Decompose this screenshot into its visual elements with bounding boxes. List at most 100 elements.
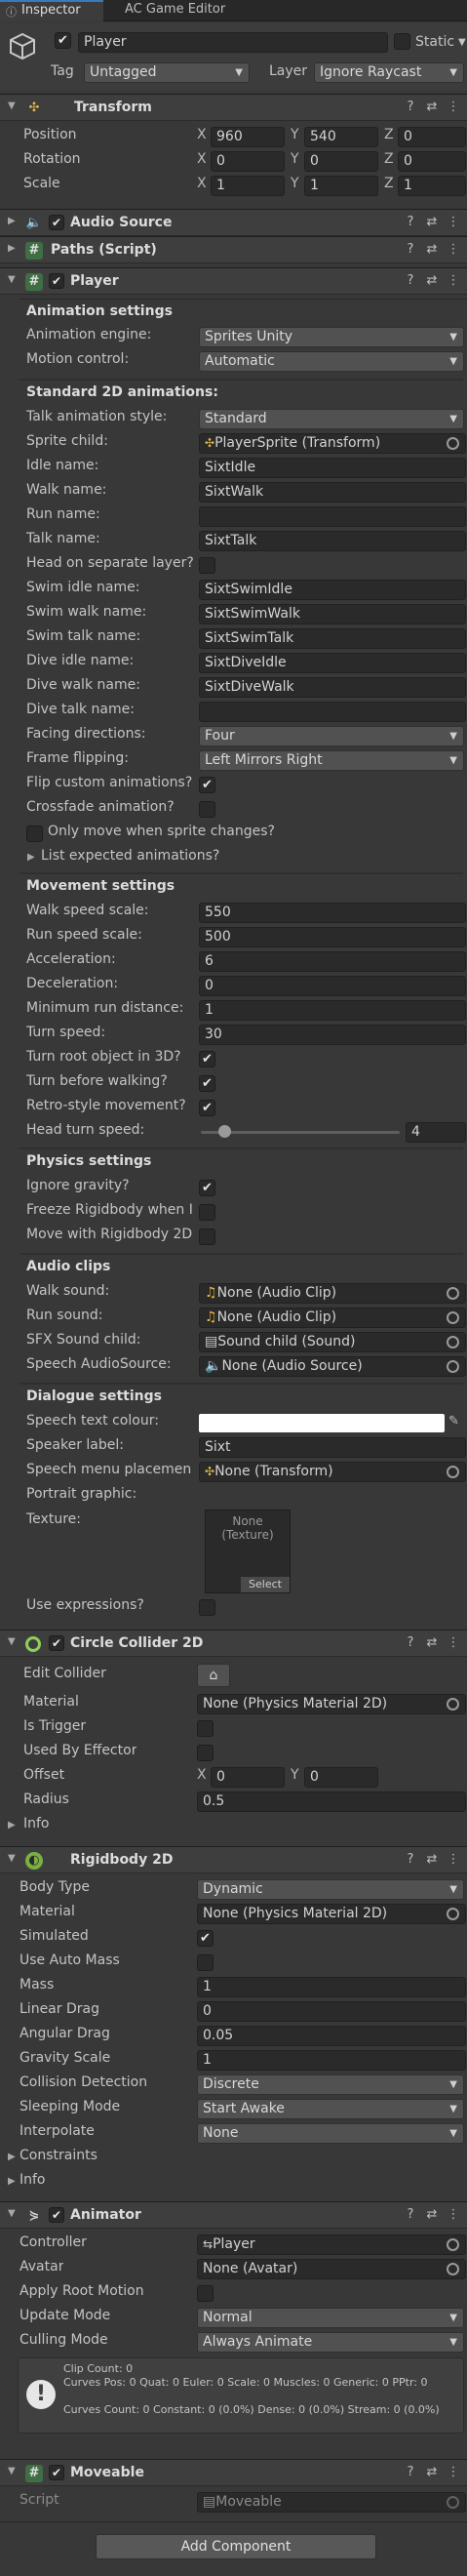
foldout-collapsed-icon[interactable]: ▶ xyxy=(8,1820,16,1831)
angular-drag-field[interactable]: 0.05 xyxy=(197,2026,466,2046)
body-type-dropdown[interactable]: Dynamic ▼ xyxy=(197,1879,464,1900)
more-menu-icon[interactable]: ⋮ xyxy=(445,99,462,116)
sleeping-mode-dropdown[interactable]: Start Awake ▼ xyxy=(197,2099,464,2119)
speech-colour-swatch[interactable] xyxy=(199,1414,445,1432)
animation-engine-dropdown[interactable]: Sprites Unity ▼ xyxy=(199,327,464,347)
speech-menu-field[interactable]: ✣None (Transform) xyxy=(199,1462,466,1482)
list-expected-row[interactable]: ▶ List expected animations? xyxy=(0,846,467,870)
preset-icon[interactable]: ⇄ xyxy=(423,241,441,259)
texture-select-button[interactable]: Select xyxy=(241,1577,290,1592)
preset-icon[interactable]: ⇄ xyxy=(423,1634,441,1652)
avatar-field[interactable]: None (Avatar) xyxy=(197,2259,466,2279)
foldout-expanded-icon[interactable]: ▼ xyxy=(8,2208,16,2219)
object-picker-icon[interactable] xyxy=(447,1908,459,1920)
used-by-effector-checkbox[interactable] xyxy=(197,1745,214,1761)
audio-source-header[interactable]: ▶ 🔈 ✔ Audio Source ? ⇄ ⋮ xyxy=(0,209,467,236)
radius-field[interactable]: 0.5 xyxy=(197,1791,466,1812)
help-icon[interactable]: ? xyxy=(402,272,419,290)
foldout-expanded-icon[interactable]: ▼ xyxy=(8,2466,16,2476)
more-menu-icon[interactable]: ⋮ xyxy=(445,214,462,231)
tag-dropdown[interactable]: Untagged ▼ xyxy=(84,62,250,83)
more-menu-icon[interactable]: ⋮ xyxy=(445,2206,462,2224)
player-header[interactable]: ▼ # ✔ Player ? ⇄ ⋮ xyxy=(0,267,467,295)
motion-control-dropdown[interactable]: Automatic ▼ xyxy=(199,351,464,372)
head-turn-slider-thumb[interactable] xyxy=(218,1125,232,1138)
turn-before-checkbox[interactable]: ✔ xyxy=(199,1075,215,1092)
more-menu-icon[interactable]: ⋮ xyxy=(445,2464,462,2481)
object-picker-icon[interactable] xyxy=(447,1698,459,1711)
texture-slot[interactable]: None (Texture) Select xyxy=(205,1509,291,1593)
frame-flip-dropdown[interactable]: Left Mirrors Right ▼ xyxy=(199,750,464,771)
tab-inspector[interactable]: ⓘ Inspector xyxy=(0,0,103,21)
foldout-collapsed-icon[interactable]: ▶ xyxy=(8,243,16,254)
help-icon[interactable]: ? xyxy=(402,1851,419,1869)
gravity-scale-field[interactable]: 1 xyxy=(197,2050,466,2071)
rotation-z-field[interactable]: 0 xyxy=(398,151,466,172)
mass-field[interactable]: 1 xyxy=(197,1977,466,1997)
eyedropper-icon[interactable]: ✎ xyxy=(448,1414,459,1429)
position-z-field[interactable]: 0 xyxy=(398,127,466,147)
foldout-collapsed-icon[interactable]: ▶ xyxy=(8,216,16,226)
talk-style-dropdown[interactable]: Standard ▼ xyxy=(199,409,464,429)
object-name-field[interactable]: Player xyxy=(78,32,388,53)
speaker-label-field[interactable]: Sixt xyxy=(199,1437,466,1458)
object-picker-icon[interactable] xyxy=(447,1466,459,1478)
run-speed-field[interactable]: 500 xyxy=(199,927,466,947)
min-run-field[interactable]: 1 xyxy=(199,1000,466,1021)
collider-info-row[interactable]: ▶ Info xyxy=(0,1814,467,1838)
culling-mode-dropdown[interactable]: Always Animate ▼ xyxy=(197,2332,464,2353)
constraints-row[interactable]: ▶ Constraints xyxy=(0,2146,467,2170)
help-icon[interactable]: ? xyxy=(402,241,419,259)
auto-mass-checkbox[interactable] xyxy=(197,1954,214,1971)
preset-icon[interactable]: ⇄ xyxy=(423,272,441,290)
object-picker-icon[interactable] xyxy=(447,2238,459,2251)
turn-root-checkbox[interactable]: ✔ xyxy=(199,1051,215,1067)
swim-walk-field[interactable]: SixtSwimWalk xyxy=(199,604,466,624)
circle-collider-header[interactable]: ▼ ✔ Circle Collider 2D ? ⇄ ⋮ xyxy=(0,1630,467,1657)
more-menu-icon[interactable]: ⋮ xyxy=(445,272,462,290)
moveable-enabled-checkbox[interactable]: ✔ xyxy=(49,2465,64,2480)
circle-collider-enabled-checkbox[interactable]: ✔ xyxy=(49,1635,64,1651)
foldout-expanded-icon[interactable]: ▼ xyxy=(8,274,16,285)
dive-walk-field[interactable]: SixtDiveWalk xyxy=(199,677,466,698)
more-menu-icon[interactable]: ⋮ xyxy=(445,1634,462,1652)
turn-speed-field[interactable]: 30 xyxy=(199,1025,466,1045)
scale-y-field[interactable]: 1 xyxy=(304,176,378,196)
only-move-checkbox[interactable] xyxy=(26,825,43,842)
audio-source-enabled-checkbox[interactable]: ✔ xyxy=(49,215,64,230)
run-name-field[interactable] xyxy=(199,506,466,527)
swim-idle-field[interactable]: SixtSwimIdle xyxy=(199,580,466,600)
foldout-collapsed-icon[interactable]: ▶ xyxy=(8,2176,16,2187)
help-icon[interactable]: ? xyxy=(402,1634,419,1652)
facing-dropdown[interactable]: Four ▼ xyxy=(199,726,464,746)
help-icon[interactable]: ? xyxy=(402,99,419,116)
sfx-child-field[interactable]: ▤Sound child (Sound) xyxy=(199,1332,466,1352)
player-enabled-checkbox[interactable]: ✔ xyxy=(49,273,64,289)
animator-enabled-checkbox[interactable]: ✔ xyxy=(49,2207,64,2223)
interpolate-dropdown[interactable]: None ▼ xyxy=(197,2123,464,2144)
freeze-rigidbody-checkbox[interactable] xyxy=(199,1204,215,1221)
transform-header[interactable]: ▼ ✣ Transform ? ⇄ ⋮ xyxy=(0,94,467,121)
flip-custom-checkbox[interactable]: ✔ xyxy=(199,777,215,793)
foldout-collapsed-icon[interactable]: ▶ xyxy=(27,852,35,863)
walk-name-field[interactable]: SixtWalk xyxy=(199,482,466,503)
foldout-collapsed-icon[interactable]: ▶ xyxy=(8,2152,16,2162)
object-picker-icon[interactable] xyxy=(447,2263,459,2275)
rigidbody-header[interactable]: ▼ ◐ Rigidbody 2D ? ⇄ ⋮ xyxy=(0,1846,467,1873)
walk-speed-field[interactable]: 550 xyxy=(199,903,466,923)
scale-x-field[interactable]: 1 xyxy=(211,176,285,196)
speech-source-field[interactable]: 🔈None (Audio Source) xyxy=(199,1356,466,1377)
is-trigger-checkbox[interactable] xyxy=(197,1720,214,1737)
tab-ac-game-editor[interactable]: AC Game Editor xyxy=(107,0,244,21)
preset-icon[interactable]: ⇄ xyxy=(423,214,441,231)
deceleration-field[interactable]: 0 xyxy=(199,976,466,996)
preset-icon[interactable]: ⇄ xyxy=(423,1851,441,1869)
update-mode-dropdown[interactable]: Normal ▼ xyxy=(197,2308,464,2328)
edit-collider-button[interactable]: ⌂ xyxy=(197,1664,230,1687)
idle-name-field[interactable]: SixtIdle xyxy=(199,458,466,478)
swim-talk-field[interactable]: SixtSwimTalk xyxy=(199,628,466,649)
collision-detection-dropdown[interactable]: Discrete ▼ xyxy=(197,2074,464,2095)
animator-header[interactable]: ▼ ⋟ ✔ Animator ? ⇄ ⋮ xyxy=(0,2201,467,2229)
add-component-button[interactable]: Add Component xyxy=(96,2534,376,2559)
help-icon[interactable]: ? xyxy=(402,214,419,231)
